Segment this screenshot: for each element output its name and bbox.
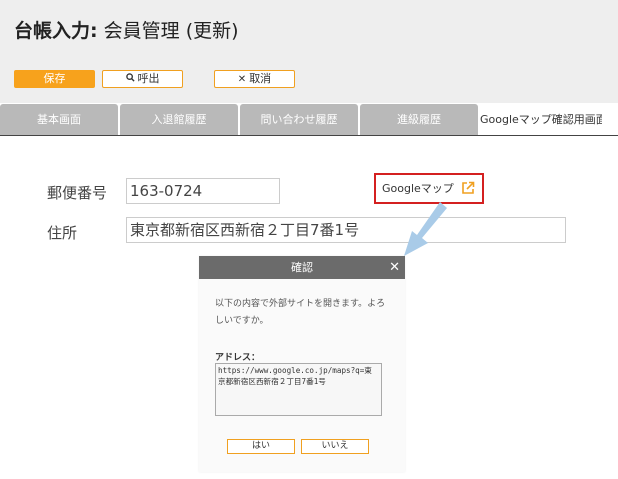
dialog-address-label: アドレス：: [215, 353, 261, 363]
tab-promotion-history[interactable]: 進級履歴: [360, 104, 478, 135]
save-button-label: 保存: [43, 72, 66, 85]
close-icon: ✕: [237, 74, 247, 85]
cancel-button-label: 取消: [249, 72, 272, 85]
page-title-prefix: 台帳入力:: [14, 20, 98, 42]
page-title-name: 会員管理 (更新): [97, 20, 239, 42]
confirm-dialog: 確認 ✕ 以下の内容で外部サイトを開きます。よろしいですか。 アドレス： htt…: [199, 256, 405, 472]
tab-bar: 基本画面 入退館履歴 問い合わせ履歴 進級履歴 Googleマップ確認用画面: [0, 104, 618, 136]
google-map-link-label: Googleマップ: [382, 182, 454, 195]
tab-label: 進級履歴: [397, 113, 441, 126]
pointer-arrow: [404, 202, 447, 256]
external-link-icon: [462, 181, 475, 194]
address-input[interactable]: 東京都新宿区西新宿２丁目7番1号: [126, 217, 566, 243]
save-button[interactable]: 保存: [14, 70, 95, 88]
tab-label: 入退館履歴: [151, 113, 207, 126]
tab-label: Googleマップ確認用画面: [480, 113, 602, 126]
dialog-message: 以下の内容で外部サイトを開きます。よろしいですか。: [215, 299, 386, 326]
dialog-title: 確認: [291, 261, 313, 274]
tab-label: 問い合わせ履歴: [260, 113, 338, 126]
cancel-button[interactable]: ✕ 取消: [214, 70, 295, 88]
call-button-label: 呼出: [137, 72, 160, 85]
postal-code-input[interactable]: 163-0724: [126, 178, 280, 204]
postal-code-label: 郵便番号: [47, 184, 108, 202]
page-header: 台帳入力: 会員管理 (更新) 保存 呼出 ✕ 取消: [0, 0, 618, 103]
search-icon: [125, 72, 135, 88]
dialog-no-button[interactable]: いいえ: [301, 439, 369, 454]
call-button[interactable]: 呼出: [102, 70, 183, 88]
dialog-header: 確認 ✕: [199, 256, 405, 279]
tab-basic[interactable]: 基本画面: [0, 104, 118, 135]
close-icon[interactable]: ✕: [389, 256, 400, 279]
tab-google-map-check[interactable]: Googleマップ確認用画面: [480, 104, 602, 135]
tab-inquiry-history[interactable]: 問い合わせ履歴: [240, 104, 358, 135]
dialog-yes-button[interactable]: はい: [227, 439, 295, 454]
tab-label: 基本画面: [37, 113, 81, 126]
page-title: 台帳入力: 会員管理 (更新): [14, 16, 239, 43]
tab-entry-exit-history[interactable]: 入退館履歴: [120, 104, 238, 135]
dialog-address-field[interactable]: https://www.google.co.jp/maps?q=東京都新宿区西新…: [215, 363, 382, 416]
address-label: 住所: [47, 224, 78, 242]
